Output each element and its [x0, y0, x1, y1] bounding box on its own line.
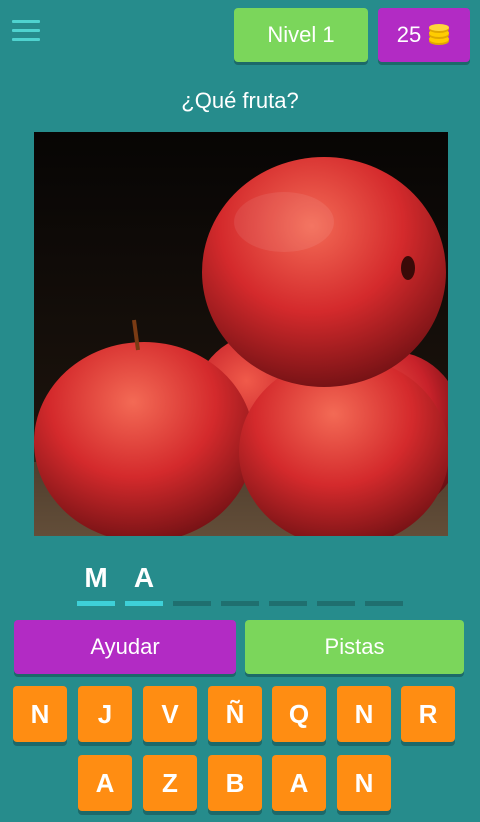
hamburger-menu-icon[interactable] [12, 20, 40, 42]
coin-stack-icon [429, 24, 450, 45]
letter-key[interactable]: N [337, 686, 391, 742]
letter-key[interactable]: Z [143, 755, 197, 811]
apples-photo [34, 132, 448, 536]
coin-counter[interactable]: 25 [378, 8, 470, 62]
letter-key[interactable]: V [143, 686, 197, 742]
answer-slot[interactable] [365, 560, 403, 606]
answer-slot[interactable]: M [77, 560, 115, 606]
question-title: ¿Qué fruta? [181, 88, 299, 113]
answer-slot[interactable] [221, 560, 259, 606]
answer-slot[interactable] [173, 560, 211, 606]
hints-button[interactable]: Pistas [245, 620, 464, 674]
answer-slots: M A [0, 560, 480, 606]
letter-key[interactable]: N [337, 755, 391, 811]
coin-count: 25 [396, 22, 422, 47]
letter-key[interactable]: N [13, 686, 67, 742]
answer-slot[interactable] [269, 560, 307, 606]
level-badge: Nivel 1 [234, 8, 368, 62]
apples-illustration [34, 132, 448, 536]
letter-key[interactable]: Ñ [208, 686, 262, 742]
letter-key[interactable]: A [272, 755, 326, 811]
letter-key[interactable]: B [208, 755, 262, 811]
answer-slot[interactable] [317, 560, 355, 606]
letter-key[interactable]: A [78, 755, 132, 811]
level-label: Nivel 1 [267, 22, 335, 47]
answer-slot[interactable]: A [125, 560, 163, 606]
letter-key[interactable]: Q [272, 686, 326, 742]
letter-key[interactable]: J [78, 686, 132, 742]
help-button[interactable]: Ayudar [14, 620, 236, 674]
letter-key[interactable]: R [401, 686, 455, 742]
